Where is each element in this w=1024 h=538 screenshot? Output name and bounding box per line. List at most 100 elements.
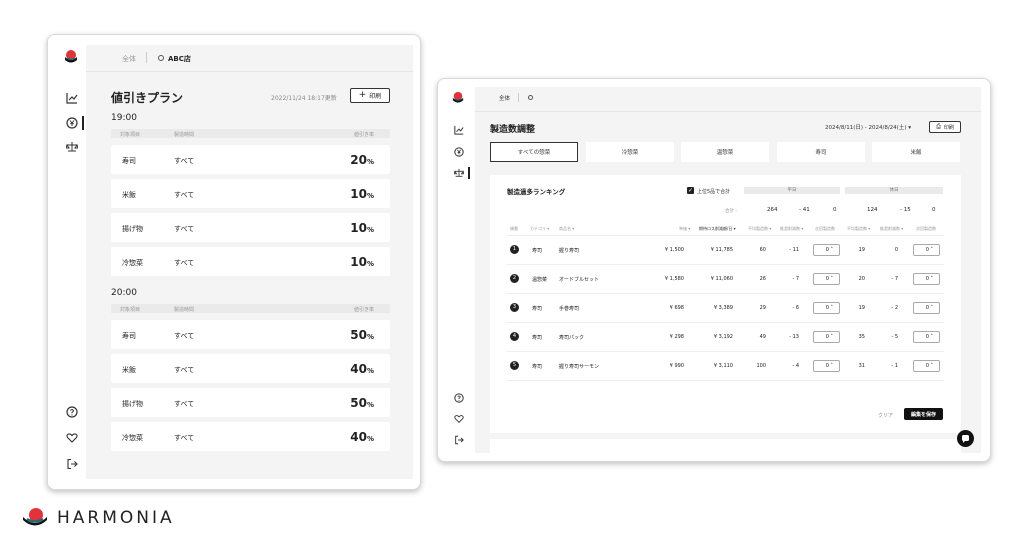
cell-price: ¥ 698 — [669, 305, 684, 311]
stepper-icon[interactable]: ˄ — [829, 334, 833, 340]
col-loss[interactable]: 期待ロス削減額/日 ▾ — [699, 226, 736, 232]
print-button[interactable]: + 印刷 — [350, 88, 390, 103]
plan-row[interactable]: 揚げ物 すべて 10% — [111, 213, 390, 242]
tab-cold[interactable]: 冷惣菜 — [586, 142, 674, 162]
chart-icon[interactable] — [454, 125, 464, 135]
print-button[interactable]: ⎙ 印刷 — [929, 121, 961, 133]
plan-row[interactable]: 寿司 すべて 20% — [111, 145, 390, 174]
cell-wd-avg: 49 — [759, 334, 766, 340]
col-category[interactable]: カテゴリ ▾ — [530, 226, 549, 232]
breadcrumb-all[interactable]: 全体 — [122, 54, 136, 64]
help-icon[interactable] — [454, 393, 464, 403]
chart-icon[interactable] — [66, 92, 78, 104]
row-time: すべて — [174, 400, 195, 408]
cell-wd-avg: 29 — [759, 305, 766, 311]
heart-icon[interactable] — [66, 432, 78, 444]
chat-icon[interactable] — [957, 430, 974, 447]
cell-hd-red: 0 — [894, 247, 898, 253]
next-production-input[interactable]: 0 ˄ — [913, 360, 940, 372]
row-category: 米飯 — [122, 191, 136, 199]
total-value: - 15 — [900, 207, 911, 213]
page-title: 製造数調整 — [490, 125, 536, 135]
row-divider — [507, 235, 944, 236]
check-icon[interactable]: ✓ — [687, 187, 694, 194]
next-production-input[interactable]: 0 ˄ — [813, 273, 840, 285]
yen-icon[interactable] — [454, 147, 464, 157]
next-production-input[interactable]: 0 ˄ — [813, 302, 840, 314]
logout-icon[interactable] — [66, 458, 78, 470]
stepper-icon[interactable]: ˄ — [929, 334, 933, 340]
next-production-input[interactable]: 0 ˄ — [913, 273, 940, 285]
next-production-input[interactable]: 0 ˄ — [913, 302, 940, 314]
next-production-input[interactable]: 0 ˄ — [813, 331, 840, 343]
col-product[interactable]: 商品名 ▾ — [559, 226, 574, 232]
scale-icon[interactable] — [66, 141, 78, 153]
panel-title: 製造過多ランキング — [507, 188, 566, 196]
plan-row[interactable]: 揚げ物 すべて 50% — [111, 388, 390, 417]
row-rate: 20% — [350, 153, 374, 167]
col-price[interactable]: 単価 ▾ — [679, 226, 690, 232]
logo-icon[interactable] — [64, 49, 78, 63]
stepper-icon[interactable]: ˄ — [929, 305, 933, 311]
next-production-input[interactable]: 0 ˄ — [813, 244, 840, 256]
plan-row[interactable]: 冷惣菜 すべて 10% — [111, 247, 390, 276]
divider — [518, 93, 519, 102]
logout-icon[interactable] — [454, 435, 464, 445]
holiday-group: 休日 — [845, 187, 943, 194]
row-rate: 10% — [350, 255, 374, 269]
col-hd-red[interactable]: 推奨削減数 ▾ — [880, 226, 903, 232]
store-selector[interactable]: ABC店 — [168, 54, 191, 64]
print-label: 印刷 — [369, 93, 382, 100]
cell-name: 握り寿司 — [559, 248, 580, 254]
rank-badge: 2 — [510, 274, 519, 283]
next-production-input[interactable]: 0 ˄ — [913, 244, 940, 256]
tab-all[interactable]: すべての惣菜 — [490, 142, 578, 162]
search-icon[interactable] — [528, 95, 533, 100]
cell-hd-red: - 5 — [891, 334, 898, 340]
plan-row[interactable]: 米飯 すべて 40% — [111, 354, 390, 383]
total-value: 0 — [833, 207, 837, 213]
tab-sushi[interactable]: 寿司 — [777, 142, 865, 162]
row-time: すべて — [174, 332, 195, 340]
col-target: 対象項目 — [120, 307, 141, 313]
col-rank: 順番 — [510, 226, 518, 231]
plan-row[interactable]: 寿司 すべて 50% — [111, 320, 390, 349]
heart-icon[interactable] — [454, 414, 464, 424]
next-production-input[interactable]: 0 ˄ — [813, 360, 840, 372]
cell-hd-avg: 35 — [858, 334, 865, 340]
tab-hot[interactable]: 温惣菜 — [681, 142, 769, 162]
stepper-icon[interactable]: ˄ — [929, 276, 933, 282]
cell-hd-avg: 19 — [858, 305, 865, 311]
tab-rice[interactable]: 米飯 — [872, 142, 960, 162]
stepper-icon[interactable]: ˄ — [929, 363, 933, 369]
date-range-picker[interactable]: 2024/8/11(日) - 2024/8/24(土) ▾ — [825, 123, 911, 131]
row-time: すべて — [174, 157, 195, 165]
yen-icon[interactable] — [66, 117, 78, 129]
stepper-icon[interactable]: ˄ — [829, 276, 833, 282]
col-hd-avg[interactable]: 平均製造数 ▾ — [847, 226, 870, 232]
help-icon[interactable] — [66, 406, 78, 418]
row-time: すべて — [174, 225, 195, 233]
plan-row[interactable]: 米飯 すべて 10% — [111, 179, 390, 208]
main-content: 全体 ABC店 値引きプラン 2022/11/24 18:17更新 + 印刷 1… — [86, 45, 413, 479]
total-value: 264 — [767, 207, 778, 213]
clear-button[interactable]: クリア — [878, 412, 893, 419]
cell-name: 寿司パック — [559, 335, 585, 341]
col-wd-red[interactable]: 推奨削減数 ▾ — [780, 226, 803, 232]
save-button[interactable]: 編集を保存 — [904, 408, 943, 420]
logo-icon[interactable] — [452, 91, 464, 103]
stepper-icon[interactable]: ˄ — [829, 363, 833, 369]
breadcrumb-all[interactable]: 全体 — [499, 94, 510, 102]
scale-icon[interactable] — [454, 168, 464, 178]
col-time: 製造時間 — [174, 307, 195, 313]
stepper-icon[interactable]: ˄ — [829, 247, 833, 253]
stepper-icon[interactable]: ˄ — [929, 247, 933, 253]
main-content: 全体 製造数調整 2024/8/11(日) - 2024/8/24(土) ▾ ⎙… — [475, 87, 981, 455]
plan-row[interactable]: 冷惣菜 すべて 40% — [111, 422, 390, 451]
col-wd-avg[interactable]: 平均製造数 ▾ — [748, 226, 771, 232]
stepper-icon[interactable]: ˄ — [829, 305, 833, 311]
total-value: - 41 — [799, 207, 810, 213]
cell-wd-avg: 60 — [759, 247, 766, 253]
chevron-down-icon: ▾ — [908, 125, 911, 131]
next-production-input[interactable]: 0 ˄ — [913, 331, 940, 343]
